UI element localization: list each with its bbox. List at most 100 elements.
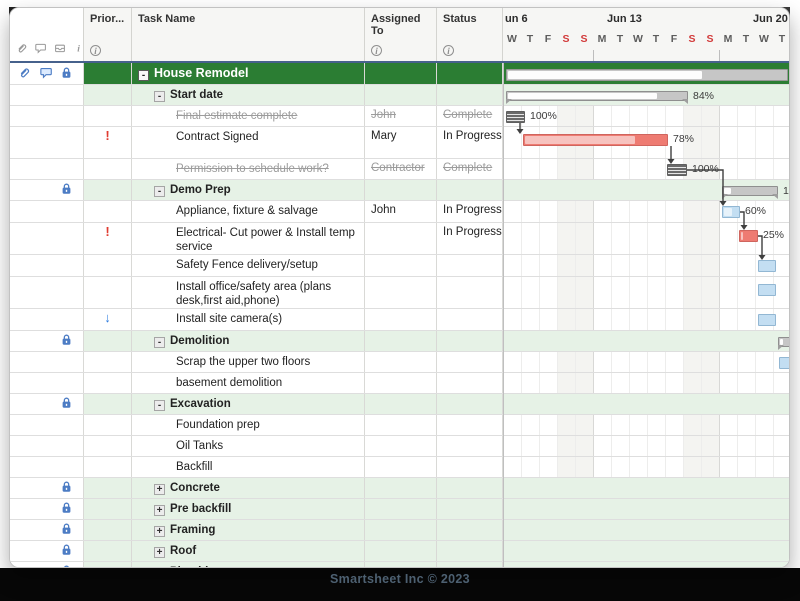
row-gutter-cell[interactable]	[10, 373, 84, 393]
assigned-to-cell[interactable]: Contractor	[365, 159, 437, 179]
assigned-to-cell[interactable]	[365, 180, 437, 200]
assigned-to-cell[interactable]	[365, 562, 437, 567]
row-gutter-cell[interactable]	[10, 352, 84, 372]
row-gutter-cell[interactable]	[10, 277, 84, 308]
collapse-toggle-icon[interactable]: -	[154, 91, 165, 102]
row-gutter-cell[interactable]	[10, 394, 84, 414]
collapse-toggle-icon[interactable]: -	[154, 186, 165, 197]
assigned-to-cell[interactable]: Mary	[365, 127, 437, 158]
lock-icon[interactable]	[60, 501, 73, 517]
collapse-toggle-icon[interactable]: -	[138, 70, 149, 81]
priority-cell[interactable]	[84, 457, 132, 477]
priority-cell[interactable]: !	[84, 127, 132, 158]
lock-icon[interactable]	[60, 396, 73, 412]
task-name-cell[interactable]: Contract Signed	[132, 127, 365, 158]
expand-toggle-icon[interactable]: +	[154, 547, 165, 558]
task-name-cell[interactable]: -House Remodel	[132, 63, 365, 84]
task-name-cell[interactable]: +Plumbing	[132, 562, 365, 567]
status-cell[interactable]	[437, 499, 503, 519]
task-name-cell[interactable]: Install site camera(s)	[132, 309, 365, 330]
priority-cell[interactable]	[84, 106, 132, 126]
assigned-to-cell[interactable]: John	[365, 106, 437, 126]
status-cell[interactable]	[437, 436, 503, 456]
assigned-to-cell[interactable]	[365, 394, 437, 414]
assigned-to-cell[interactable]	[365, 255, 437, 276]
info-icon[interactable]: i	[371, 45, 382, 56]
row-gutter-cell[interactable]	[10, 457, 84, 477]
status-cell[interactable]: In Progress	[437, 127, 503, 158]
task-name-cell[interactable]: Oil Tanks	[132, 436, 365, 456]
task-name-cell[interactable]: Scrap the upper two floors	[132, 352, 365, 372]
task-name-cell[interactable]: Safety Fence delivery/setup	[132, 255, 365, 276]
column-header-priority[interactable]: Prior... i	[84, 8, 132, 61]
gantt-bar[interactable]	[758, 314, 776, 326]
priority-cell[interactable]	[84, 562, 132, 567]
priority-cell[interactable]	[84, 478, 132, 498]
priority-cell[interactable]	[84, 159, 132, 179]
lock-icon[interactable]	[60, 480, 73, 496]
lock-icon[interactable]	[60, 333, 73, 349]
gutter-column-header[interactable]: i	[10, 8, 84, 61]
status-cell[interactable]	[437, 520, 503, 540]
lock-icon[interactable]	[60, 564, 73, 567]
assigned-to-cell[interactable]	[365, 520, 437, 540]
assigned-to-cell[interactable]	[365, 541, 437, 561]
task-name-cell[interactable]: Permission to schedule work?	[132, 159, 365, 179]
priority-cell[interactable]	[84, 352, 132, 372]
priority-cell[interactable]	[84, 180, 132, 200]
assigned-to-cell[interactable]	[365, 85, 437, 105]
task-name-cell[interactable]: Install office/safety area (plans desk,f…	[132, 277, 365, 308]
priority-cell[interactable]: !	[84, 223, 132, 254]
priority-cell[interactable]	[84, 520, 132, 540]
comment-icon[interactable]	[40, 66, 53, 82]
priority-cell[interactable]	[84, 85, 132, 105]
status-cell[interactable]	[437, 478, 503, 498]
assigned-to-cell[interactable]	[365, 457, 437, 477]
paperclip-icon[interactable]	[16, 42, 28, 57]
task-name-cell[interactable]: -Demo Prep	[132, 180, 365, 200]
lock-icon[interactable]	[60, 522, 73, 538]
task-name-cell[interactable]: Appliance, fixture & salvage	[132, 201, 365, 222]
status-cell[interactable]	[437, 541, 503, 561]
status-cell[interactable]: Complete	[437, 106, 503, 126]
row-gutter-cell[interactable]	[10, 223, 84, 254]
row-gutter-cell[interactable]	[10, 541, 84, 561]
column-header-status[interactable]: Status i	[437, 8, 503, 61]
status-cell[interactable]	[437, 63, 503, 84]
gantt-bar[interactable]	[779, 357, 789, 369]
panel-gantt-divider[interactable]	[503, 63, 504, 567]
paperclip-icon[interactable]	[18, 66, 31, 82]
task-name-cell[interactable]: -Excavation	[132, 394, 365, 414]
assigned-to-cell[interactable]	[365, 331, 437, 351]
task-name-cell[interactable]: +Pre backfill	[132, 499, 365, 519]
task-name-cell[interactable]: -Start date	[132, 85, 365, 105]
status-cell[interactable]	[437, 180, 503, 200]
status-cell[interactable]	[437, 394, 503, 414]
priority-cell[interactable]	[84, 436, 132, 456]
assigned-to-cell[interactable]	[365, 223, 437, 254]
gantt-bar[interactable]	[667, 164, 687, 176]
tray-icon[interactable]	[54, 42, 66, 57]
lock-icon[interactable]	[60, 66, 73, 82]
assigned-to-cell[interactable]	[365, 373, 437, 393]
assigned-to-cell[interactable]	[365, 63, 437, 84]
priority-cell[interactable]	[84, 373, 132, 393]
assigned-to-cell[interactable]: John	[365, 201, 437, 222]
row-gutter-cell[interactable]	[10, 85, 84, 105]
comment-icon[interactable]	[35, 42, 47, 57]
priority-cell[interactable]	[84, 63, 132, 84]
lock-icon[interactable]	[60, 543, 73, 559]
gantt-timeline-header[interactable]: un 6Jun 13Jun 20WTFSSMTWTFSSMTWT	[503, 8, 789, 61]
status-cell[interactable]	[437, 457, 503, 477]
row-gutter-cell[interactable]	[10, 106, 84, 126]
row-gutter-cell[interactable]	[10, 520, 84, 540]
gantt-bar[interactable]	[722, 206, 740, 218]
task-name-cell[interactable]: basement demolition	[132, 373, 365, 393]
row-gutter-cell[interactable]	[10, 255, 84, 276]
status-cell[interactable]	[437, 277, 503, 308]
assigned-to-cell[interactable]	[365, 352, 437, 372]
task-name-cell[interactable]: +Concrete	[132, 478, 365, 498]
priority-cell[interactable]: ↓	[84, 309, 132, 330]
status-cell[interactable]	[437, 562, 503, 567]
expand-toggle-icon[interactable]: +	[154, 484, 165, 495]
